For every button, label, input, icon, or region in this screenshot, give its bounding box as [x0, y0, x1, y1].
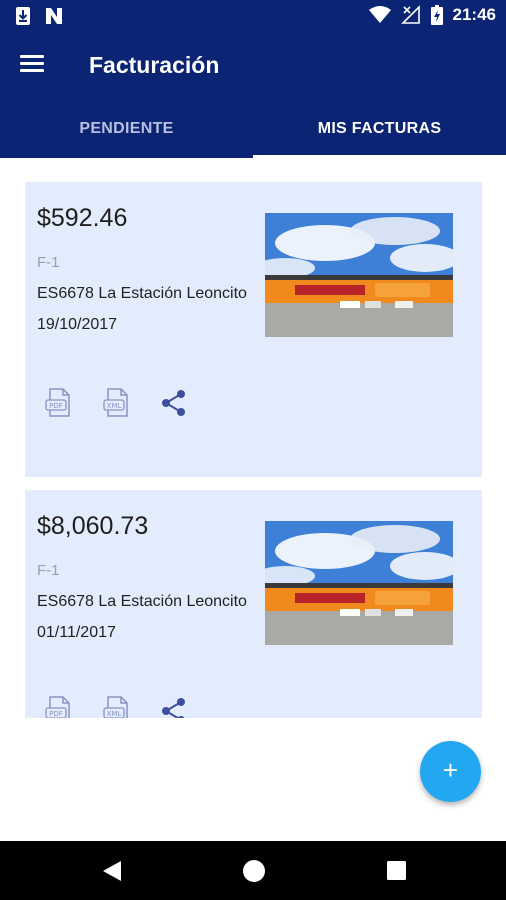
battery-icon [430, 5, 443, 25]
invoice-station: ES6678 La Estación Leoncito [37, 593, 247, 610]
app-bar: Facturación [0, 32, 506, 98]
invoice-amount: $592.46 [37, 204, 128, 232]
pdf-icon[interactable]: PDF [43, 695, 75, 718]
back-icon[interactable] [101, 859, 123, 883]
page-title: Facturación [89, 52, 220, 78]
recents-icon[interactable] [386, 860, 407, 881]
invoice-actions: PDF XML [43, 387, 189, 419]
status-bar: 21:46 [0, 0, 506, 32]
hamburger-icon [20, 55, 44, 58]
invoice-list[interactable]: $592.46 F-1 ES6678 La Estación Leoncito … [0, 158, 506, 718]
status-time: 21:46 [452, 5, 496, 24]
tab-pendiente[interactable]: PENDIENTE [0, 98, 253, 158]
wifi-icon [368, 6, 391, 23]
invoice-folio: F-1 [37, 562, 60, 579]
share-icon[interactable] [159, 388, 189, 418]
invoice-station: ES6678 La Estación Leoncito [37, 285, 247, 302]
invoice-date: 19/10/2017 [37, 316, 118, 333]
tab-mis-facturas[interactable]: MIS FACTURAS [253, 98, 506, 158]
invoice-folio: F-1 [37, 254, 60, 271]
system-nav-bar [0, 841, 506, 900]
menu-button[interactable] [20, 52, 50, 78]
svg-text:XML: XML [107, 710, 122, 718]
invoice-actions: PDF XML [43, 695, 189, 718]
home-icon[interactable] [242, 859, 266, 883]
xml-icon[interactable]: XML [101, 695, 133, 718]
invoice-card[interactable]: $592.46 F-1 ES6678 La Estación Leoncito … [25, 182, 482, 477]
pdf-icon[interactable]: PDF [43, 387, 75, 419]
add-invoice-button[interactable]: + [420, 741, 481, 802]
invoice-card[interactable]: $8,060.73 F-1 ES6678 La Estación Leoncit… [25, 490, 482, 718]
xml-icon[interactable]: XML [101, 387, 133, 419]
svg-text:PDF: PDF [49, 710, 63, 718]
invoice-amount: $8,060.73 [37, 512, 149, 540]
share-icon[interactable] [159, 696, 189, 718]
station-photo [265, 213, 453, 337]
invoice-date: 01/11/2017 [37, 624, 116, 641]
station-photo [265, 521, 453, 645]
signal-icon [400, 5, 420, 24]
plus-icon: + [442, 755, 459, 785]
n-notification-icon [46, 8, 62, 24]
download-notification-icon [16, 7, 30, 25]
svg-text:XML: XML [107, 402, 122, 410]
svg-text:PDF: PDF [49, 402, 63, 410]
tab-bar: PENDIENTE MIS FACTURAS [0, 98, 506, 158]
